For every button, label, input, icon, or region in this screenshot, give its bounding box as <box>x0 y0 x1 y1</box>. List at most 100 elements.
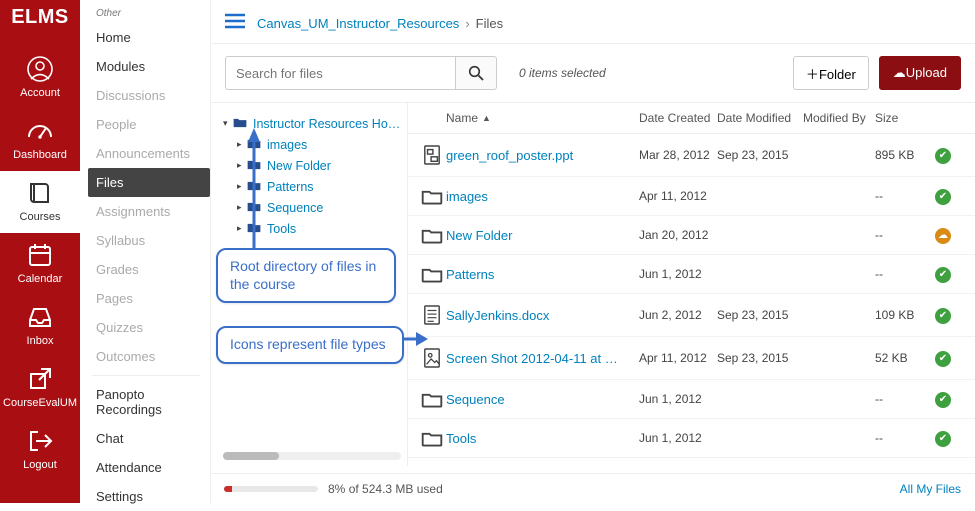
folder-row[interactable]: Sequence Jun 1, 2012 -- ✔ <box>408 380 975 419</box>
hamburger-icon[interactable] <box>225 12 257 35</box>
callout-root-dir: Root directory of files in the course <box>216 248 396 303</box>
item-name-link[interactable]: images <box>446 189 639 204</box>
plus-icon: ＋ <box>806 67 819 82</box>
item-name-link[interactable]: New Folder <box>446 228 639 243</box>
storage-bar: 8% of 524.3 MB used All My Files <box>210 473 975 503</box>
item-name-link[interactable]: green_roof_poster.ppt <box>446 148 639 163</box>
folder-icon <box>233 116 249 131</box>
coursenav-item[interactable]: Attendance <box>88 453 210 482</box>
coursenav-item[interactable]: People <box>88 110 210 139</box>
coursenav-item[interactable]: Pages <box>88 284 210 313</box>
nav-inbox[interactable]: Inbox <box>0 295 80 357</box>
col-header-modified[interactable]: Date Modified <box>717 111 803 125</box>
status-green-icon: ✔ <box>935 351 951 367</box>
nav-label: Account <box>0 87 80 99</box>
coursenav-item[interactable]: Outcomes <box>88 342 210 371</box>
new-folder-button[interactable]: ＋Folder <box>793 56 869 90</box>
coursenav-item[interactable]: Syllabus <box>88 226 210 255</box>
col-header-size[interactable]: Size <box>875 111 935 125</box>
triangle-right-icon: ▸ <box>237 160 247 171</box>
coursenav-item[interactable]: Quizzes <box>88 313 210 342</box>
coursenav-item[interactable]: Files <box>88 168 210 197</box>
breadcrumb-course-link[interactable]: Canvas_UM_Instructor_Resources <box>257 16 459 31</box>
coursenav-item[interactable]: Settings <box>88 482 210 511</box>
nav-label: Logout <box>0 459 80 471</box>
user-circle-icon <box>0 55 80 83</box>
files-toolbar: 0 items selected ＋Folder ☁Upload <box>211 44 975 102</box>
status-green-icon: ✔ <box>935 267 951 283</box>
tree-root-label[interactable]: Instructor Resources Home Page <box>253 117 401 131</box>
col-header-created[interactable]: Date Created <box>639 111 717 125</box>
item-status[interactable]: ✔ <box>935 146 965 164</box>
file-row[interactable]: green_roof_poster.ppt Mar 28, 2012 Sep 2… <box>408 134 975 177</box>
file-row[interactable]: Screen Shot 2012-04-11 at … Apr 11, 2012… <box>408 337 975 380</box>
coursenav-item[interactable]: Announcements <box>88 139 210 168</box>
tree-h-scrollbar[interactable] <box>223 452 401 460</box>
item-status[interactable]: ✔ <box>935 390 965 408</box>
all-my-files-link[interactable]: All My Files <box>900 482 961 496</box>
folder-row[interactable]: Tools Jun 1, 2012 -- ✔ <box>408 419 975 458</box>
item-name-link[interactable]: Screen Shot 2012-04-11 at … <box>446 351 639 366</box>
item-name-link[interactable]: Tools <box>446 431 639 446</box>
tree-item-label[interactable]: Tools <box>267 222 296 236</box>
tree-h-scrollbar-thumb[interactable] <box>223 452 279 460</box>
item-created: Jun 1, 2012 <box>639 431 717 445</box>
listing-header: Name▲ Date Created Date Modified Modifie… <box>408 103 975 134</box>
item-status[interactable]: ✔ <box>935 187 965 205</box>
coursenav-item[interactable]: Chat <box>88 424 210 453</box>
status-green-icon: ✔ <box>935 392 951 408</box>
brand-logo: ELMS <box>11 6 69 29</box>
item-status[interactable]: ✔ <box>935 429 965 447</box>
folder-icon <box>418 226 446 244</box>
search-button[interactable] <box>455 56 497 90</box>
coursenav-item[interactable]: Home <box>88 23 210 52</box>
selection-count: 0 items selected <box>519 66 606 80</box>
item-status[interactable]: ✔ <box>935 306 965 324</box>
item-name-link[interactable]: Patterns <box>446 267 639 282</box>
item-modified: Sep 23, 2015 <box>717 308 803 322</box>
coursenav-item[interactable]: Assignments <box>88 197 210 226</box>
tree-item-label[interactable]: Sequence <box>267 201 323 215</box>
item-status[interactable]: ✔ <box>935 265 965 283</box>
tree-item-label[interactable]: images <box>267 138 307 152</box>
col-header-modified-by[interactable]: Modified By <box>803 111 875 125</box>
coursenav-item[interactable]: Discussions <box>88 81 210 110</box>
status-green-icon: ✔ <box>935 308 951 324</box>
breadcrumb-separator-icon: › <box>465 16 469 31</box>
search-input[interactable] <box>225 56 455 90</box>
cloud-upload-icon: ☁ <box>893 65 906 80</box>
item-name-link[interactable]: Sequence <box>446 392 639 407</box>
nav-account[interactable]: Account <box>0 47 80 109</box>
item-status[interactable]: ✔ <box>935 349 965 367</box>
doc-icon <box>418 304 446 326</box>
item-name-link[interactable]: SallyJenkins.docx <box>446 308 639 323</box>
folder-row[interactable]: Patterns Jun 1, 2012 -- ✔ <box>408 255 975 294</box>
item-modified: Sep 23, 2015 <box>717 351 803 365</box>
coursenav-item[interactable]: Grades <box>88 255 210 284</box>
file-row[interactable]: vancouver_public_schools_… Mar 28, 2012 … <box>408 458 975 466</box>
logout-icon <box>0 427 80 455</box>
item-status[interactable]: ☁ <box>935 226 965 244</box>
course-nav: Other HomeModulesDiscussionsPeopleAnnoun… <box>80 0 210 503</box>
nav-courseeval[interactable]: CourseEvalUM <box>0 357 80 419</box>
file-row[interactable]: SallyJenkins.docx Jun 2, 2012 Sep 23, 20… <box>408 294 975 337</box>
item-size: 52 KB <box>875 351 935 365</box>
col-header-name[interactable]: Name▲ <box>446 111 639 125</box>
folder-row[interactable]: New Folder Jan 20, 2012 -- ☁ <box>408 216 975 255</box>
callout-icons: Icons represent file types <box>216 326 404 364</box>
nav-logout[interactable]: Logout <box>0 419 80 481</box>
tree-item-label[interactable]: New Folder <box>267 159 331 173</box>
coursenav-item[interactable]: Panopto Recordings <box>88 380 210 424</box>
breadcrumb-current: Files <box>476 16 503 31</box>
nav-dashboard[interactable]: Dashboard <box>0 109 80 171</box>
item-size: -- <box>875 189 935 203</box>
folder-row[interactable]: images Apr 11, 2012 -- ✔ <box>408 177 975 216</box>
item-size: -- <box>875 267 935 281</box>
nav-courses[interactable]: Courses <box>0 171 80 233</box>
nav-calendar[interactable]: Calendar <box>0 233 80 295</box>
coursenav-item[interactable]: Modules <box>88 52 210 81</box>
upload-button[interactable]: ☁Upload <box>879 56 961 90</box>
external-icon <box>0 365 80 393</box>
tree-item-label[interactable]: Patterns <box>267 180 314 194</box>
search-wrap <box>225 56 497 90</box>
